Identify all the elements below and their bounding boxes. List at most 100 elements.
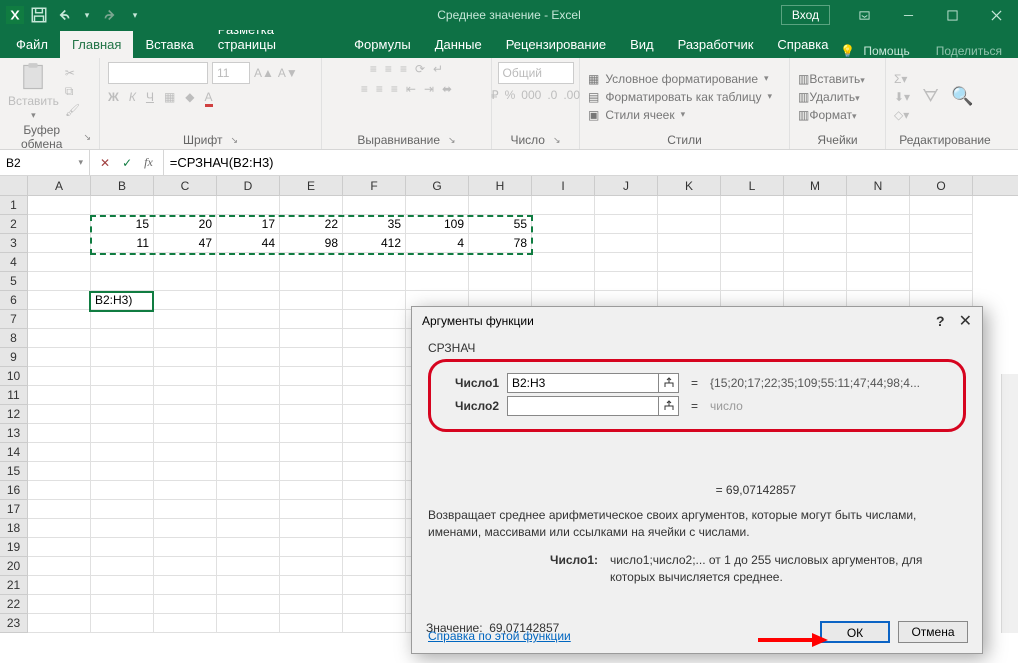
tab-insert[interactable]: Вставка <box>133 31 205 58</box>
cell-F11[interactable] <box>343 386 406 405</box>
cell-B2[interactable]: 15 <box>91 215 154 234</box>
cell-C17[interactable] <box>154 500 217 519</box>
cell-B23[interactable] <box>91 614 154 633</box>
accept-formula-icon[interactable]: ✓ <box>122 156 132 170</box>
tab-developer[interactable]: Разработчик <box>666 31 766 58</box>
dialog-titlebar[interactable]: Аргументы функции ? ✕ <box>412 307 982 335</box>
cell-D1[interactable] <box>217 196 280 215</box>
alignment-launcher-icon[interactable]: ↘ <box>448 135 456 146</box>
tab-data[interactable]: Данные <box>423 31 494 58</box>
cell-H1[interactable] <box>469 196 532 215</box>
cell-J4[interactable] <box>595 253 658 272</box>
merge-icon[interactable]: ⬌ <box>442 82 452 96</box>
share-button[interactable]: Поделиться <box>936 44 1002 58</box>
font-size-select[interactable]: 11 <box>212 62 250 84</box>
cell-C2[interactable]: 20 <box>154 215 217 234</box>
cell-E3[interactable]: 98 <box>280 234 343 253</box>
cell-D15[interactable] <box>217 462 280 481</box>
row-header-11[interactable]: 11 <box>0 386 28 405</box>
align-right-icon[interactable]: ≡ <box>391 82 398 96</box>
cell-F2[interactable]: 35 <box>343 215 406 234</box>
cell-M3[interactable] <box>784 234 847 253</box>
number-format-select[interactable]: Общий <box>498 62 574 84</box>
row-header-3[interactable]: 3 <box>0 234 28 253</box>
ok-button[interactable]: ОК <box>820 621 890 643</box>
align-center-icon[interactable]: ≡ <box>376 82 383 96</box>
cell-I3[interactable] <box>532 234 595 253</box>
col-header-A[interactable]: A <box>28 176 91 195</box>
cell-E21[interactable] <box>280 576 343 595</box>
cell-A2[interactable] <box>28 215 91 234</box>
cell-F6[interactable] <box>343 291 406 310</box>
col-header-D[interactable]: D <box>217 176 280 195</box>
cell-A18[interactable] <box>28 519 91 538</box>
dialog-help-icon[interactable]: ? <box>936 313 945 329</box>
cell-C12[interactable] <box>154 405 217 424</box>
cell-I1[interactable] <box>532 196 595 215</box>
cell-C21[interactable] <box>154 576 217 595</box>
cell-K2[interactable] <box>658 215 721 234</box>
cell-A19[interactable] <box>28 538 91 557</box>
cell-F10[interactable] <box>343 367 406 386</box>
cell-F8[interactable] <box>343 329 406 348</box>
cell-C4[interactable] <box>154 253 217 272</box>
cell-B9[interactable] <box>91 348 154 367</box>
indent-left-icon[interactable]: ⇤ <box>406 82 416 96</box>
login-button[interactable]: Вход <box>781 5 830 25</box>
cell-B15[interactable] <box>91 462 154 481</box>
cell-F13[interactable] <box>343 424 406 443</box>
cell-styles-button[interactable]: ▣Стили ячеек▾ <box>588 108 772 122</box>
row-header-22[interactable]: 22 <box>0 595 28 614</box>
cell-K1[interactable] <box>658 196 721 215</box>
cell-B3[interactable]: 11 <box>91 234 154 253</box>
cell-H5[interactable] <box>469 272 532 291</box>
cell-A13[interactable] <box>28 424 91 443</box>
formula-bar[interactable]: =СРЗНАЧ(B2:H3) <box>164 150 1018 175</box>
cell-B13[interactable] <box>91 424 154 443</box>
cell-A9[interactable] <box>28 348 91 367</box>
fx-icon[interactable]: fx <box>144 155 153 170</box>
cell-E15[interactable] <box>280 462 343 481</box>
currency-icon[interactable]: ₽ <box>491 88 499 102</box>
font-launcher-icon[interactable]: ↘ <box>230 135 238 146</box>
cell-L1[interactable] <box>721 196 784 215</box>
col-header-M[interactable]: M <box>784 176 847 195</box>
ribbon-options-icon[interactable] <box>842 0 886 30</box>
cell-F1[interactable] <box>343 196 406 215</box>
cell-B4[interactable] <box>91 253 154 272</box>
cell-D17[interactable] <box>217 500 280 519</box>
cell-H3[interactable]: 78 <box>469 234 532 253</box>
cell-I2[interactable] <box>532 215 595 234</box>
cell-K5[interactable] <box>658 272 721 291</box>
cell-J1[interactable] <box>595 196 658 215</box>
cell-E17[interactable] <box>280 500 343 519</box>
cell-E8[interactable] <box>280 329 343 348</box>
cell-F21[interactable] <box>343 576 406 595</box>
cell-F17[interactable] <box>343 500 406 519</box>
cell-B19[interactable] <box>91 538 154 557</box>
cell-D10[interactable] <box>217 367 280 386</box>
col-header-B[interactable]: B <box>91 176 154 195</box>
cell-C15[interactable] <box>154 462 217 481</box>
cell-D12[interactable] <box>217 405 280 424</box>
font-color-icon[interactable]: A <box>205 90 213 104</box>
cell-E11[interactable] <box>280 386 343 405</box>
cell-C22[interactable] <box>154 595 217 614</box>
col-header-G[interactable]: G <box>406 176 469 195</box>
function-help-link[interactable]: Справка по этой функции <box>428 629 571 643</box>
cell-D23[interactable] <box>217 614 280 633</box>
increase-decimal-icon[interactable]: .0 <box>547 88 557 102</box>
border-icon[interactable]: ▦ <box>164 90 175 104</box>
cell-O3[interactable] <box>910 234 973 253</box>
align-left-icon[interactable]: ≡ <box>361 82 368 96</box>
cell-D16[interactable] <box>217 481 280 500</box>
row-header-5[interactable]: 5 <box>0 272 28 291</box>
cell-A22[interactable] <box>28 595 91 614</box>
cell-F20[interactable] <box>343 557 406 576</box>
tab-formulas[interactable]: Формулы <box>342 31 423 58</box>
cut-icon[interactable]: ✂ <box>65 66 80 80</box>
arg1-input[interactable] <box>507 373 659 393</box>
shrink-font-icon[interactable]: A▼ <box>278 66 298 80</box>
cell-E6[interactable] <box>280 291 343 310</box>
col-header-J[interactable]: J <box>595 176 658 195</box>
